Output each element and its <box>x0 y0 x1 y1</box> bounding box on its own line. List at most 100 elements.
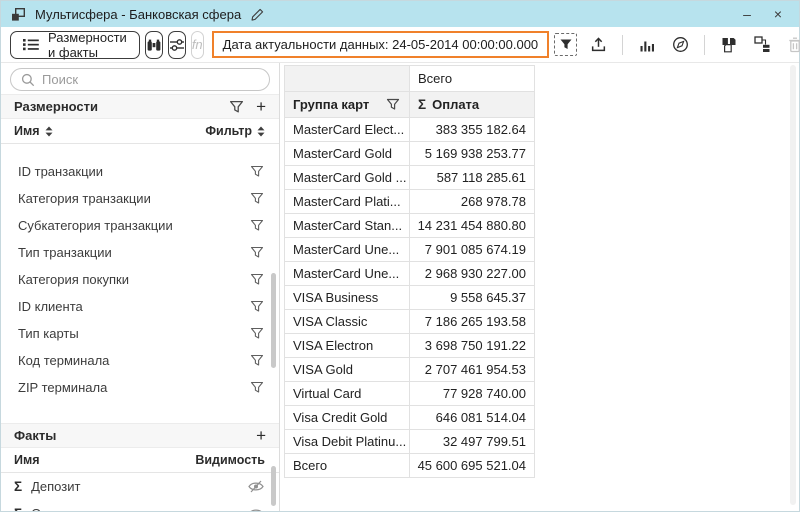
delete-button[interactable] <box>783 33 800 57</box>
dimensions-filter-icon[interactable] <box>229 100 244 114</box>
table-row[interactable]: MasterCard Une... 2 968 930 227.00 <box>285 262 535 286</box>
main-scrollbar[interactable] <box>790 65 796 505</box>
value-cell[interactable]: 383 355 182.64 <box>410 118 535 142</box>
value-cell[interactable]: 45 600 695 521.04 <box>410 454 535 478</box>
table-row[interactable]: VISA Electron 3 698 750 191.22 <box>285 334 535 358</box>
close-button[interactable]: × <box>767 1 789 27</box>
filter-icon[interactable] <box>250 273 264 286</box>
group-cell[interactable]: Visa Credit Gold <box>285 406 410 430</box>
dimensions-columns-header: Имя Фильтр <box>1 119 279 144</box>
filter-icon[interactable] <box>250 300 264 313</box>
table-row[interactable]: Visa Credit Gold 646 081 514.04 <box>285 406 535 430</box>
table-row[interactable]: MasterCard Une... 7 901 085 674.19 <box>285 238 535 262</box>
sidebar-scrollbar-thumb[interactable] <box>271 273 276 368</box>
value-cell[interactable]: 32 497 799.51 <box>410 430 535 454</box>
value-cell[interactable]: 646 081 514.04 <box>410 406 535 430</box>
group-cell[interactable]: MasterCard Elect... <box>285 118 410 142</box>
filter-icon[interactable] <box>250 354 264 367</box>
dimension-item[interactable]: Категория транзакции <box>1 185 279 212</box>
table-row[interactable]: VISA Business 9 558 645.37 <box>285 286 535 310</box>
add-dimension-button[interactable]: + <box>256 98 266 115</box>
sigma-icon: Σ <box>418 97 426 112</box>
table-row[interactable]: MasterCard Gold ... 587 118 285.61 <box>285 166 535 190</box>
group-cell[interactable]: Virtual Card <box>285 382 410 406</box>
table-row[interactable]: MasterCard Elect... 383 355 182.64 <box>285 118 535 142</box>
group-cell[interactable]: MasterCard Stan... <box>285 214 410 238</box>
group-cell[interactable]: MasterCard Gold <box>285 142 410 166</box>
value-cell[interactable]: 14 231 454 880.80 <box>410 214 535 238</box>
table-row[interactable]: VISA Classic 7 186 265 193.58 <box>285 310 535 334</box>
table-row[interactable]: MasterCard Stan... 14 231 454 880.80 <box>285 214 535 238</box>
value-cell[interactable]: 9 558 645.37 <box>410 286 535 310</box>
filter-icon[interactable] <box>250 327 264 340</box>
value-cell[interactable]: 268 978.78 <box>410 190 535 214</box>
value-cell[interactable]: 7 901 085 674.19 <box>410 238 535 262</box>
table-row[interactable]: VISA Gold 2 707 461 954.53 <box>285 358 535 382</box>
dimension-item[interactable]: ZIP терминала <box>1 374 279 401</box>
minimize-button[interactable]: – <box>736 1 758 27</box>
facts-scrollbar-thumb[interactable] <box>271 466 276 506</box>
layout-button[interactable] <box>750 33 774 57</box>
group-cell[interactable]: Visa Debit Platinu... <box>285 430 410 454</box>
group-cell[interactable]: MasterCard Gold ... <box>285 166 410 190</box>
edit-title-icon[interactable] <box>250 7 265 22</box>
dimension-item[interactable]: Тип транзакции <box>1 239 279 266</box>
dimensions-facts-button[interactable]: Размерности и факты <box>10 31 140 59</box>
dimensions-section-header: Размерности + <box>1 94 279 119</box>
table-row[interactable]: MasterCard Gold 5 169 938 253.77 <box>285 142 535 166</box>
settings-sliders-button[interactable] <box>168 31 186 59</box>
filter-icon[interactable] <box>250 381 264 394</box>
group-column-header[interactable]: Группа карт <box>285 92 410 118</box>
search-input[interactable] <box>42 72 259 87</box>
filter-tool-button[interactable] <box>554 33 577 56</box>
fact-item-payment[interactable]: Σ Оплата <box>1 500 279 511</box>
sort-icon[interactable] <box>257 126 265 137</box>
search-box[interactable] <box>10 68 270 91</box>
dimension-item[interactable]: ID транзакции <box>1 158 279 185</box>
value-cell[interactable]: 5 169 938 253.77 <box>410 142 535 166</box>
dimension-item[interactable]: Субкатегория транзакции <box>1 212 279 239</box>
eye-slash-icon[interactable] <box>248 480 264 493</box>
group-cell[interactable]: VISA Gold <box>285 358 410 382</box>
dimension-item[interactable]: Категория покупки <box>1 266 279 293</box>
value-cell[interactable]: 7 186 265 193.58 <box>410 310 535 334</box>
export-button[interactable] <box>586 33 610 57</box>
group-cell[interactable]: MasterCard Une... <box>285 262 410 286</box>
add-fact-button[interactable]: + <box>256 427 266 444</box>
dimension-item[interactable]: Код терминала <box>1 347 279 374</box>
dimension-label: Категория покупки <box>18 272 129 287</box>
chart-view-button[interactable] <box>635 33 659 57</box>
group-cell[interactable]: Всего <box>285 454 410 478</box>
fact-item-deposit[interactable]: Σ Депозит <box>1 473 279 500</box>
dimension-item[interactable]: ID клиента <box>1 293 279 320</box>
table-row[interactable]: MasterCard Plati... 268 978.78 <box>285 190 535 214</box>
group-cell[interactable]: MasterCard Plati... <box>285 190 410 214</box>
value-cell[interactable]: 2 707 461 954.53 <box>410 358 535 382</box>
fn-button[interactable]: fn <box>191 31 204 59</box>
sort-icon[interactable] <box>45 126 53 137</box>
total-column-header[interactable]: Всего <box>410 66 535 92</box>
dimension-item[interactable]: Тип карты <box>1 320 279 347</box>
name-column-label: Имя <box>14 453 40 467</box>
copy-multisphere-button[interactable] <box>717 33 741 57</box>
filter-icon[interactable] <box>250 219 264 232</box>
value-cell[interactable]: 77 928 740.00 <box>410 382 535 406</box>
filter-icon[interactable] <box>250 165 264 178</box>
filter-icon[interactable] <box>250 246 264 259</box>
group-cell[interactable]: VISA Electron <box>285 334 410 358</box>
table-row[interactable]: Virtual Card 77 928 740.00 <box>285 382 535 406</box>
search-elements-button[interactable] <box>145 31 163 59</box>
table-row[interactable]: Всего 45 600 695 521.04 <box>285 454 535 478</box>
value-column-header[interactable]: Σ Оплата <box>410 92 535 118</box>
value-cell[interactable]: 587 118 285.61 <box>410 166 535 190</box>
eye-icon[interactable] <box>248 507 264 511</box>
group-cell[interactable]: VISA Classic <box>285 310 410 334</box>
value-cell[interactable]: 3 698 750 191.22 <box>410 334 535 358</box>
group-cell[interactable]: VISA Business <box>285 286 410 310</box>
filter-icon[interactable] <box>250 192 264 205</box>
table-row[interactable]: Visa Debit Platinu... 32 497 799.51 <box>285 430 535 454</box>
value-cell[interactable]: 2 968 930 227.00 <box>410 262 535 286</box>
dashboard-button[interactable] <box>668 33 692 57</box>
filter-icon[interactable] <box>386 98 400 111</box>
group-cell[interactable]: MasterCard Une... <box>285 238 410 262</box>
